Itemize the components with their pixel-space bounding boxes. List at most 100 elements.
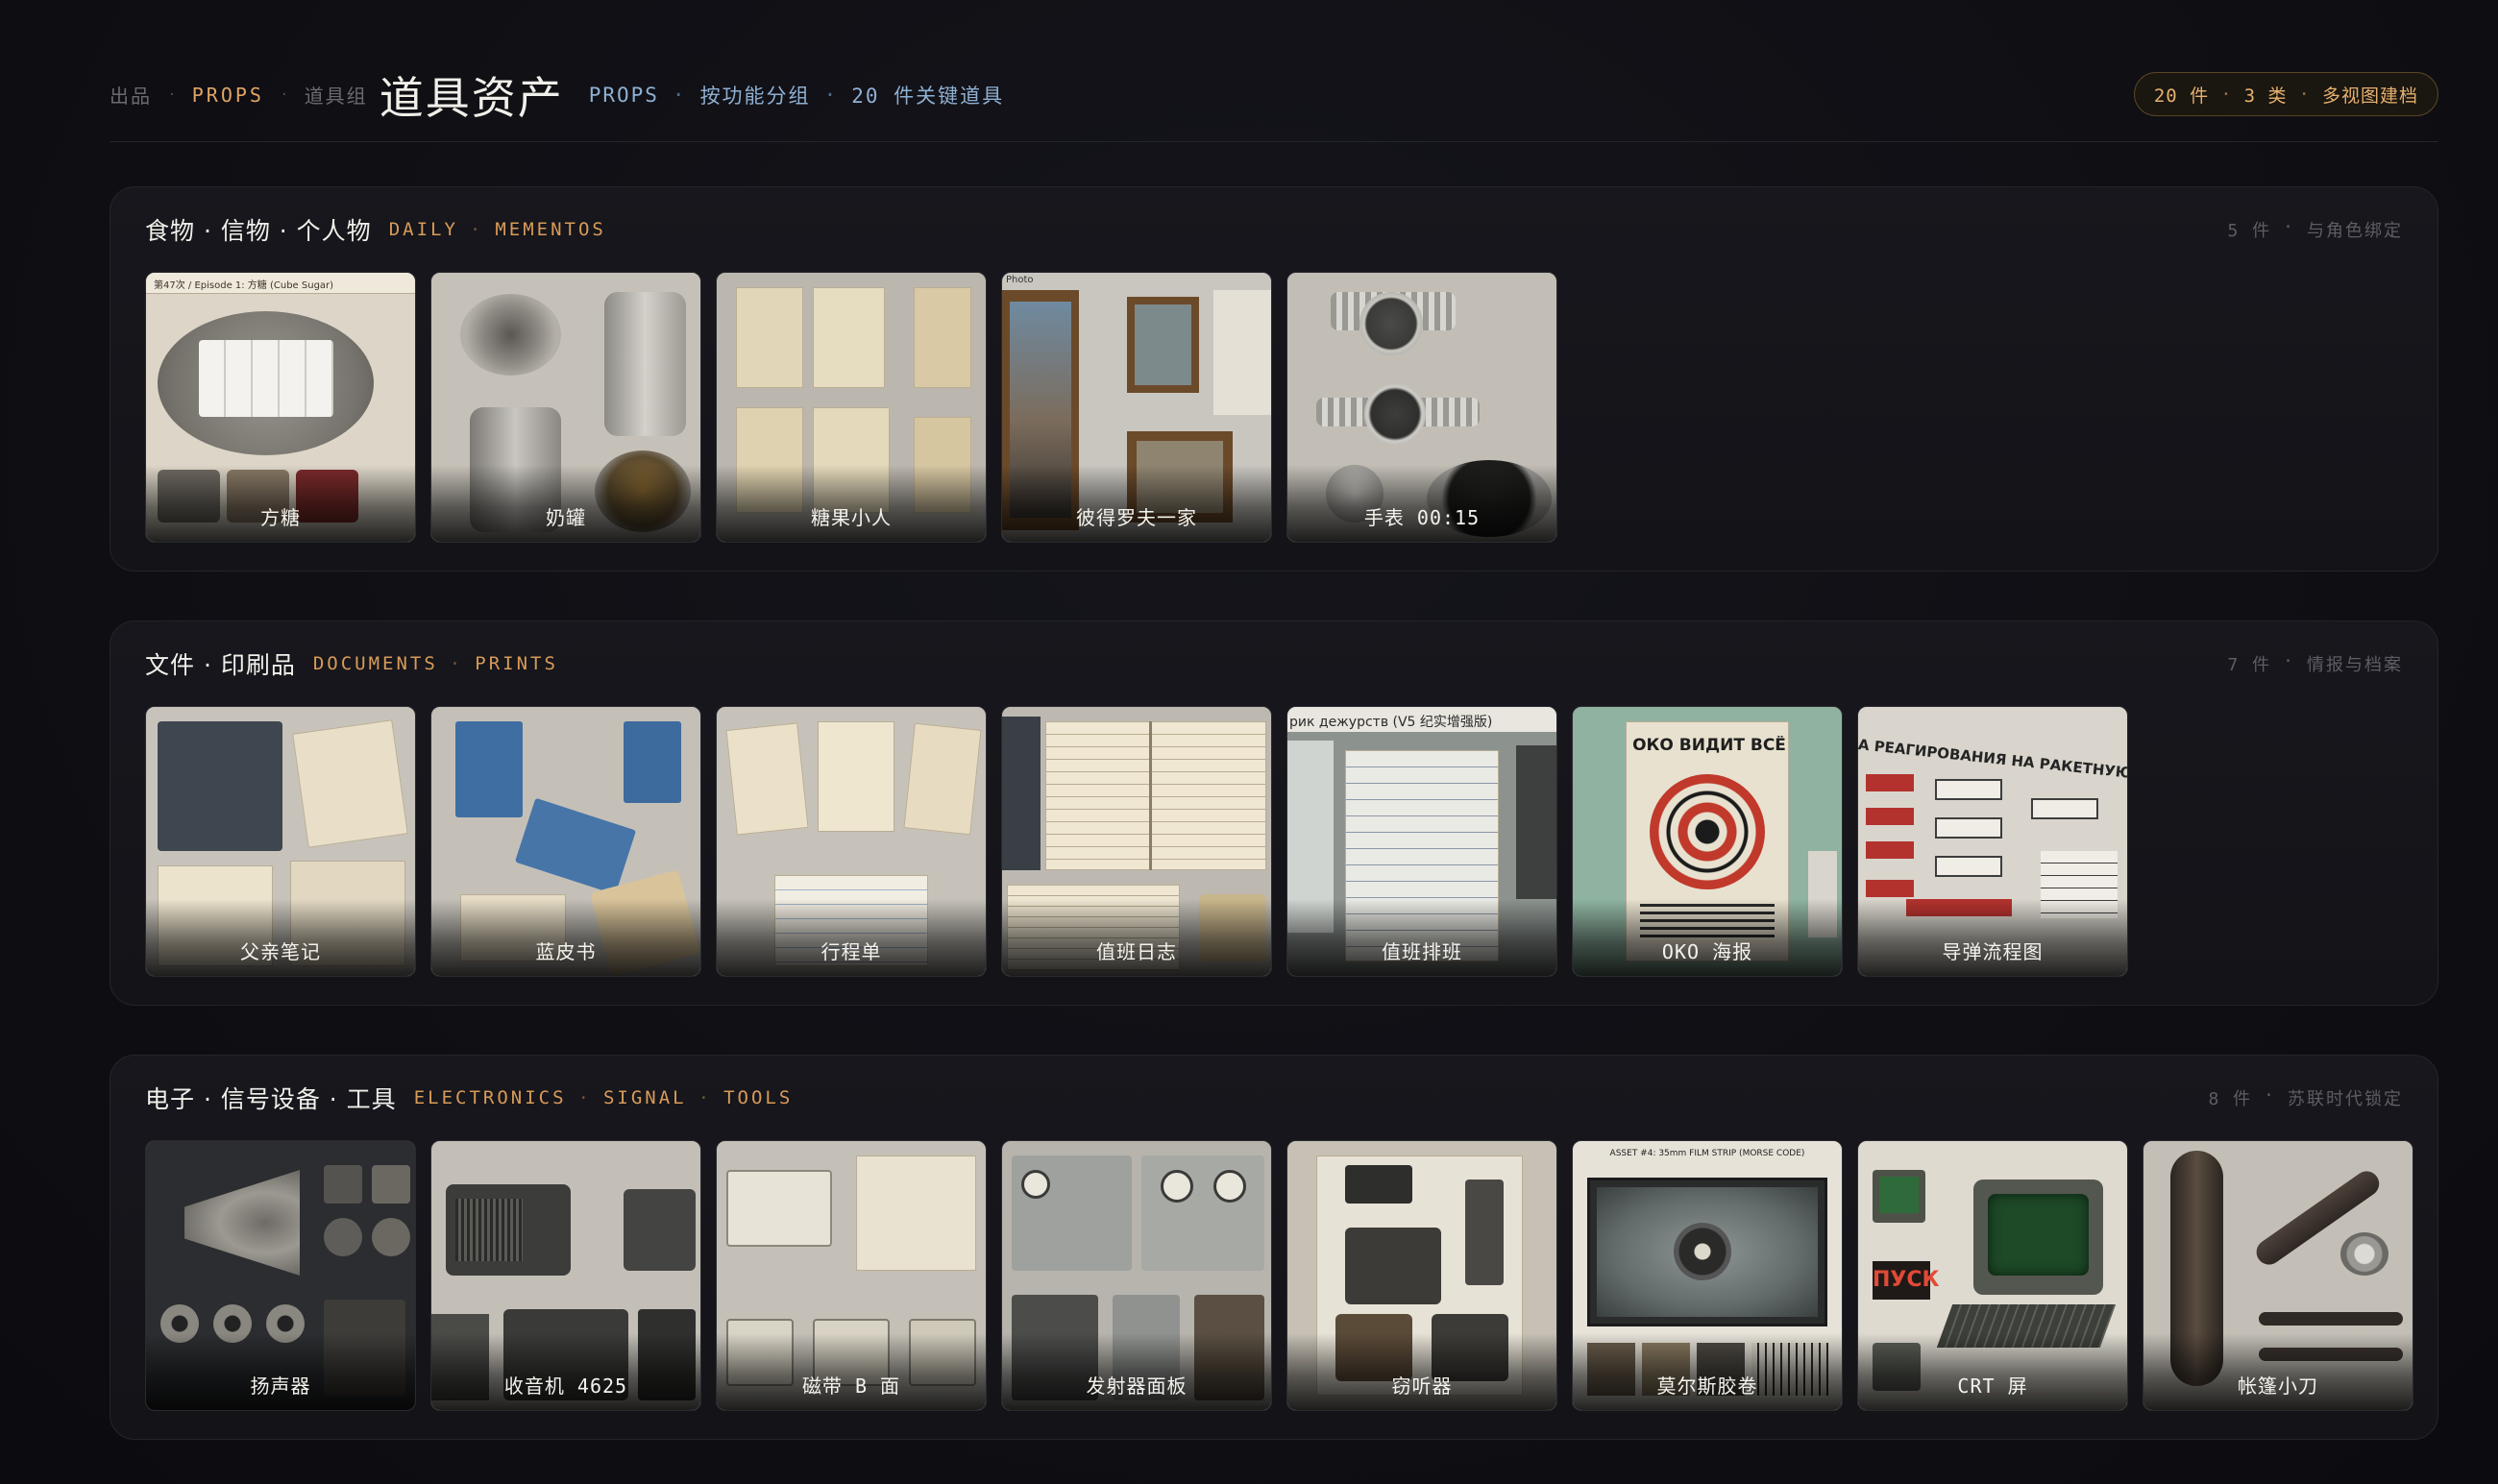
prop-card-candy[interactable]: 糖果小人: [716, 272, 987, 543]
prop-label: 奶罐: [546, 506, 586, 529]
group-note: 苏联时代锁定: [2288, 1089, 2403, 1109]
prop-label: 发射器面板: [1086, 1375, 1188, 1398]
prop-card-watch[interactable]: 手表 00:15: [1286, 272, 1557, 543]
summary-separator: ·: [2298, 84, 2311, 105]
group-tags: ELECTRONICS · SIGNAL · TOOLS: [414, 1087, 794, 1108]
prop-image-text: 第47次 / Episode 1: 方糖 (Cube Sugar): [154, 280, 334, 291]
prop-label: 磁带 B 面: [801, 1375, 901, 1398]
prop-image-text: ОКО ВИДИТ ВСЁ: [1632, 736, 1786, 755]
prop-card-blue-book[interactable]: 蓝皮书: [430, 706, 701, 977]
prop-card-milk-can[interactable]: 奶罐: [430, 272, 701, 543]
meta-separator: ·: [2283, 651, 2295, 671]
prop-card-family-photo[interactable]: Photo 彼得罗夫一家: [1001, 272, 1272, 543]
prop-label: 手表 00:15: [1363, 506, 1481, 529]
prop-card-film-strip[interactable]: ASSET #4: 35mm FILM STRIP (MORSE CODE) 莫…: [1572, 1140, 1843, 1411]
summary-categories: 3 类: [2243, 85, 2288, 107]
summary-count: 20 件: [2153, 85, 2210, 107]
group-count: 8 件: [2208, 1089, 2253, 1109]
group-tag: ELECTRONICS: [413, 1087, 567, 1108]
prop-card-cassette[interactable]: 磁带 B 面: [716, 1140, 987, 1411]
group-tag: DAILY: [388, 219, 458, 240]
prop-card-crt-screen[interactable]: ПУСК CRT 屏: [1857, 1140, 2128, 1411]
prop-image-text: ASSET #4: 35mm FILM STRIP (MORSE CODE): [1609, 1149, 1805, 1158]
group-note: 与角色绑定: [2307, 221, 2403, 241]
subtitle-grouping: 按功能分组: [699, 84, 811, 108]
prop-label: 父亲笔记: [240, 940, 321, 963]
card-row: 扬声器 收音机 4625 磁带 B 面 发射器面板 窃听器 ASSET #4: …: [145, 1140, 2413, 1411]
page-subtitle: PROPS · 按功能分组 · 20 件关键道具: [589, 81, 1004, 109]
prop-card-duty-log[interactable]: 值班日志: [1001, 706, 1272, 977]
group-title: 文件 · 印刷品: [145, 651, 296, 679]
prop-card-oko-poster[interactable]: ОКО ВИДИТ ВСЁ OKO 海报: [1572, 706, 1843, 977]
prop-card-missile-flowchart[interactable]: А РЕАГИРОВАНИЯ НА РАКЕТНУЮ ОПАСНОСТЬ 导弹流…: [1857, 706, 2128, 977]
page-title: 道具资产: [379, 71, 564, 124]
tag-separator: ·: [698, 1087, 713, 1108]
group-count: 7 件: [2227, 655, 2272, 675]
group-title: 食物 · 信物 · 个人物: [145, 217, 372, 245]
prop-card-sugar[interactable]: 第47次 / Episode 1: 方糖 (Cube Sugar) 方糖: [145, 272, 416, 543]
group-tag: SIGNAL: [602, 1087, 687, 1108]
summary-modeling: 多视图建档: [2321, 85, 2418, 107]
group-meta: 8 件 · 苏联时代锁定: [2208, 1085, 2403, 1110]
group-title: 电子 · 信号设备 · 工具: [145, 1085, 397, 1113]
prop-label: 窃听器: [1391, 1375, 1453, 1398]
tag-separator: ·: [449, 653, 464, 674]
group-tag: DOCUMENTS: [312, 653, 438, 674]
prop-label: 导弹流程图: [1942, 940, 2044, 963]
prop-card-father-notes[interactable]: 父亲笔记: [145, 706, 416, 977]
prop-image-text: рик дежурств (V5 纪实增强版): [1289, 715, 1493, 730]
summary-badge: 20 件 · 3 类 · 多视图建档: [2133, 72, 2438, 116]
group-daily-mementos: 食物 · 信物 · 个人物 DAILY · MEMENTOS 5 件 · 与角色…: [110, 186, 2438, 572]
breadcrumb: 出品 · PROPS · 道具组: [110, 48, 368, 142]
prop-label: 方糖: [260, 506, 301, 529]
group-count: 5 件: [2227, 221, 2272, 241]
prop-card-radio[interactable]: 收音机 4625: [430, 1140, 701, 1411]
prop-image-text: Photo: [1006, 275, 1034, 285]
prop-label: 行程单: [820, 940, 882, 963]
prop-label: CRT 屏: [1957, 1375, 2028, 1398]
group-tag: PRINTS: [475, 653, 558, 674]
breadcrumb-item-output[interactable]: 出品: [110, 81, 152, 109]
card-row: 父亲笔记 蓝皮书 行程单 值班日志 рик дежурств (V5 纪实增强版…: [145, 706, 2128, 977]
group-tag: MEMENTOS: [495, 219, 606, 240]
summary-separator: ·: [2220, 84, 2233, 105]
prop-label: 糖果小人: [811, 506, 892, 529]
prop-card-transmitter-panel[interactable]: 发射器面板: [1001, 1140, 1272, 1411]
group-tags: DAILY · MEMENTOS: [389, 219, 606, 240]
meta-separator: ·: [2283, 217, 2295, 237]
breadcrumb-item-props[interactable]: PROPS: [192, 84, 264, 107]
prop-label: 值班排班: [1382, 940, 1462, 963]
prop-card-bug-device[interactable]: 窃听器: [1286, 1140, 1557, 1411]
group-documents-prints: 文件 · 印刷品 DOCUMENTS · PRINTS 7 件 · 情报与档案 …: [110, 620, 2438, 1006]
subtitle-category: PROPS: [588, 83, 659, 107]
prop-label: 扬声器: [250, 1375, 311, 1398]
prop-label: 收音机 4625: [503, 1375, 628, 1398]
group-header: 电子 · 信号设备 · 工具 ELECTRONICS · SIGNAL · TO…: [145, 1079, 2403, 1117]
prop-label: 彼得罗夫一家: [1076, 506, 1197, 529]
prop-image-text: ПУСК: [1873, 1261, 1940, 1300]
breadcrumb-separator: ·: [281, 85, 287, 105]
subtitle-count: 20 件关键道具: [851, 84, 1005, 108]
group-meta: 5 件 · 与角色绑定: [2227, 217, 2403, 242]
meta-separator: ·: [2264, 1085, 2276, 1106]
tag-separator: ·: [577, 1087, 592, 1108]
prop-label: 帐篷小刀: [2238, 1375, 2318, 1398]
group-meta: 7 件 · 情报与档案: [2227, 651, 2403, 676]
group-tags: DOCUMENTS · PRINTS: [313, 653, 558, 674]
prop-card-duty-roster[interactable]: рик дежурств (V5 纪实增强版) 值班排班: [1286, 706, 1557, 977]
prop-card-loudspeaker[interactable]: 扬声器: [145, 1140, 416, 1411]
breadcrumb-separator: ·: [169, 85, 175, 105]
subtitle-separator: ·: [672, 83, 687, 107]
card-row: 第47次 / Episode 1: 方糖 (Cube Sugar) 方糖 奶罐: [145, 272, 1557, 543]
page-header: 出品 · PROPS · 道具组 道具资产 PROPS · 按功能分组 · 20…: [110, 48, 2438, 142]
group-note: 情报与档案: [2307, 655, 2403, 675]
prop-label: 蓝皮书: [535, 940, 597, 963]
tag-separator: ·: [469, 219, 484, 240]
subtitle-separator: ·: [823, 83, 839, 107]
prop-card-camping-knife[interactable]: 帐篷小刀: [2143, 1140, 2413, 1411]
prop-label: 值班日志: [1096, 940, 1177, 963]
prop-card-itinerary[interactable]: 行程单: [716, 706, 987, 977]
group-electronics-signal-tools: 电子 · 信号设备 · 工具 ELECTRONICS · SIGNAL · TO…: [110, 1055, 2438, 1440]
prop-label: 莫尔斯胶卷: [1656, 1375, 1758, 1398]
breadcrumb-item-prop-team[interactable]: 道具组: [305, 81, 368, 109]
